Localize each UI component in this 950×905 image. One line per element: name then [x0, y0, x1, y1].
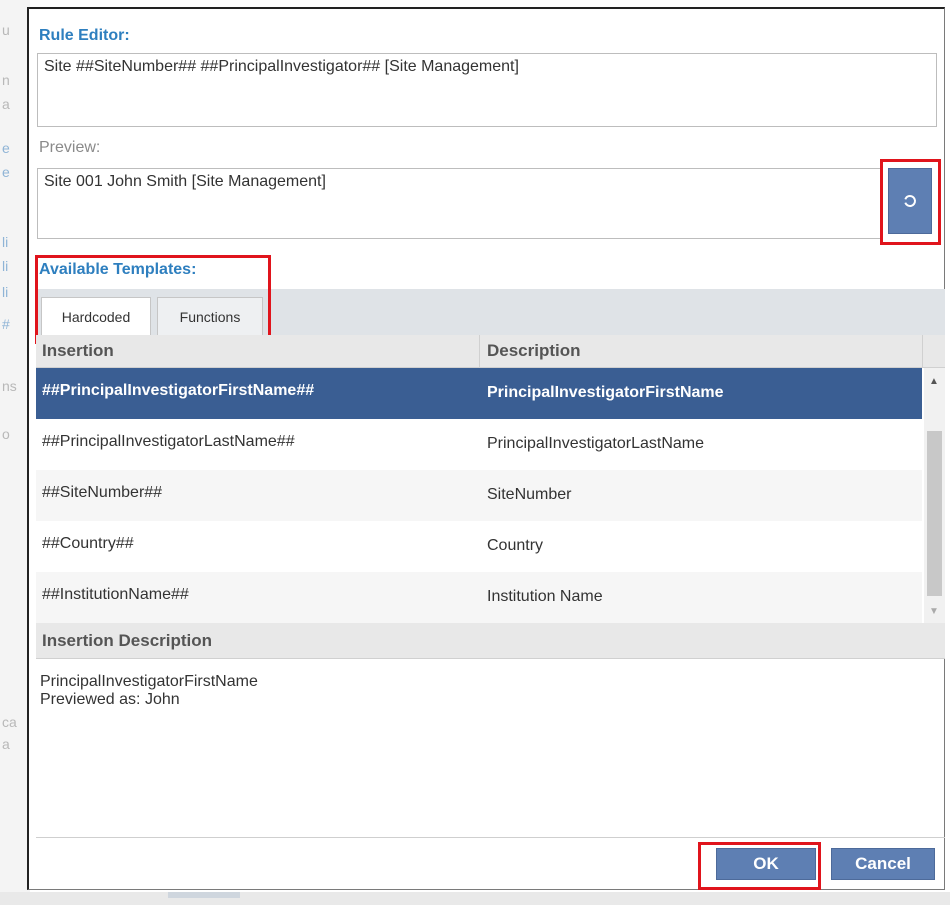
tab-hardcoded[interactable]: Hardcoded — [41, 297, 151, 335]
template-tabs: Hardcoded Functions — [36, 289, 945, 335]
table-row[interactable]: ##PrincipalInvestigatorFirstName## Princ… — [36, 368, 922, 419]
scroll-thumb[interactable] — [927, 431, 942, 596]
table-row[interactable]: ##Country## Country — [36, 521, 922, 572]
table-row[interactable]: ##InstitutionName## Institution Name — [36, 572, 922, 623]
background-text: li — [2, 284, 9, 300]
background-text: o — [2, 426, 10, 442]
insertion-cell: ##InstitutionName## — [42, 586, 189, 603]
insertion-description-panel: PrincipalInvestigatorFirstName Previewed… — [36, 659, 945, 837]
dialog-footer: OK Cancel — [36, 837, 945, 891]
insertion-cell: ##SiteNumber## — [42, 484, 163, 501]
templates-grid: ##PrincipalInvestigatorFirstName## Princ… — [36, 368, 945, 623]
table-row[interactable]: ##PrincipalInvestigatorLastName## Princi… — [36, 419, 922, 470]
description-cell: PrincipalInvestigatorFirstName — [487, 384, 724, 401]
background-text: u — [2, 22, 10, 38]
preview-field: Site 001 John Smith [Site Management] — [37, 168, 883, 239]
ok-button-label: OK — [753, 854, 779, 873]
description-line: PrincipalInvestigatorFirstName — [40, 673, 258, 690]
background-tab — [168, 892, 240, 898]
available-templates-label: Available Templates: — [39, 261, 197, 278]
background-text: a — [2, 736, 10, 752]
background-text: e — [2, 164, 10, 180]
background-footer-strip — [0, 892, 950, 905]
cancel-button[interactable]: Cancel — [831, 848, 935, 880]
background-text: ns — [2, 378, 17, 394]
refresh-preview-button[interactable] — [888, 168, 932, 234]
column-divider — [922, 335, 923, 368]
preview-label: Preview: — [39, 139, 101, 156]
column-header-insertion[interactable]: Insertion — [42, 341, 114, 361]
description-cell: SiteNumber — [487, 486, 572, 503]
column-divider — [479, 335, 480, 368]
grid-header: Insertion Description — [36, 335, 945, 368]
rule-editor-label: Rule Editor: — [39, 27, 130, 44]
background-text: a — [2, 96, 10, 112]
background-text: ca — [2, 714, 17, 730]
description-cell: Country — [487, 537, 544, 554]
background-page: u n a e e li li li # ns o ca a — [0, 0, 30, 905]
background-text: li — [2, 234, 9, 250]
scroll-up-icon[interactable]: ▲ — [929, 376, 939, 387]
rule-editor-value: Site ##SiteNumber## ##PrincipalInvestiga… — [44, 58, 519, 75]
tab-label: Functions — [179, 308, 241, 325]
background-text: e — [2, 140, 10, 156]
background-text: n — [2, 72, 10, 88]
ok-button[interactable]: OK — [716, 848, 816, 880]
table-row[interactable]: ##SiteNumber## SiteNumber — [36, 470, 922, 521]
insertion-description-title: Insertion Description — [42, 631, 213, 650]
insertion-cell: ##Country## — [42, 535, 134, 552]
rule-editor-dialog: Rule Editor: Site ##SiteNumber## ##Princ… — [27, 7, 945, 890]
background-text: # — [2, 316, 10, 332]
insertion-cell: ##PrincipalInvestigatorFirstName## — [42, 382, 315, 399]
scroll-down-icon[interactable]: ▼ — [929, 606, 939, 617]
description-preview-line: Previewed as: John — [40, 691, 180, 708]
grid-scrollbar[interactable]: ▲ ▼ — [924, 368, 945, 623]
rule-editor-input[interactable]: Site ##SiteNumber## ##PrincipalInvestiga… — [37, 53, 937, 127]
tab-label: Hardcoded — [61, 308, 131, 325]
tab-functions[interactable]: Functions — [157, 297, 263, 335]
background-text: li — [2, 258, 9, 274]
refresh-icon — [904, 195, 916, 207]
description-cell: Institution Name — [487, 588, 603, 605]
insertion-description-header: Insertion Description — [36, 623, 945, 659]
preview-value: Site 001 John Smith [Site Management] — [44, 173, 326, 190]
column-header-description[interactable]: Description — [487, 341, 581, 361]
description-cell: PrincipalInvestigatorLastName — [487, 435, 704, 452]
cancel-button-label: Cancel — [855, 854, 911, 873]
insertion-cell: ##PrincipalInvestigatorLastName## — [42, 433, 295, 450]
